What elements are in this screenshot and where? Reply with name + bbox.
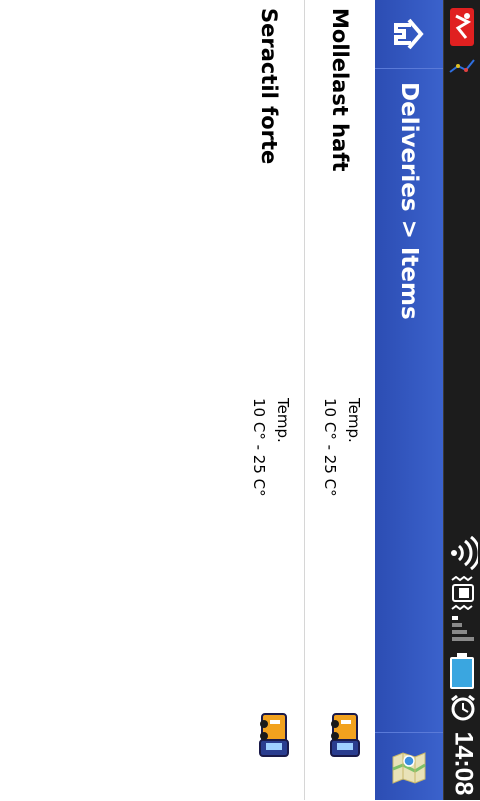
list-item[interactable]: Mollelast haft Temp. 10 C° - 25 C° (304, 0, 375, 800)
temp-label: Temp. (345, 398, 363, 443)
list-item[interactable]: Seractil forte Temp. 10 C° - 25 C° (234, 0, 304, 800)
truck-icon (259, 713, 289, 757)
temp-label: Temp. (274, 398, 292, 443)
wifi-icon (451, 536, 478, 570)
temp-range: 10 C° - 25 C° (321, 398, 339, 497)
map-button[interactable] (375, 732, 443, 801)
battery-icon (450, 653, 474, 689)
temp-range: 10 C° - 25 C° (250, 398, 268, 497)
items-list: Mollelast haft Temp. 10 C° - 25 C° Serac… (0, 0, 375, 800)
item-temperature: Temp. 10 C° - 25 C° (317, 398, 365, 518)
item-name: Mollelast haft (328, 8, 352, 172)
map-icon (392, 752, 426, 784)
truck-icon (330, 713, 360, 757)
clock: 14:08 (444, 726, 480, 800)
app-notification-icon[interactable] (450, 8, 474, 46)
home-up-icon (394, 18, 424, 50)
alarm-icon (451, 694, 475, 721)
page-title: Deliveries > Items (396, 82, 422, 320)
clock-time: 14:08 (449, 731, 478, 795)
item-temperature: Temp. 10 C° - 25 C° (246, 398, 294, 518)
status-bar: 14:08 (443, 0, 480, 800)
page-title-wrap: Deliveries > Items (375, 70, 443, 320)
signal-icon (452, 616, 474, 641)
title-bar: Deliveries > Items (375, 0, 443, 800)
satellite-icon (449, 59, 475, 73)
vibrate-icon (451, 576, 474, 610)
item-name: Seractil forte (257, 8, 281, 165)
home-button[interactable] (375, 0, 443, 69)
